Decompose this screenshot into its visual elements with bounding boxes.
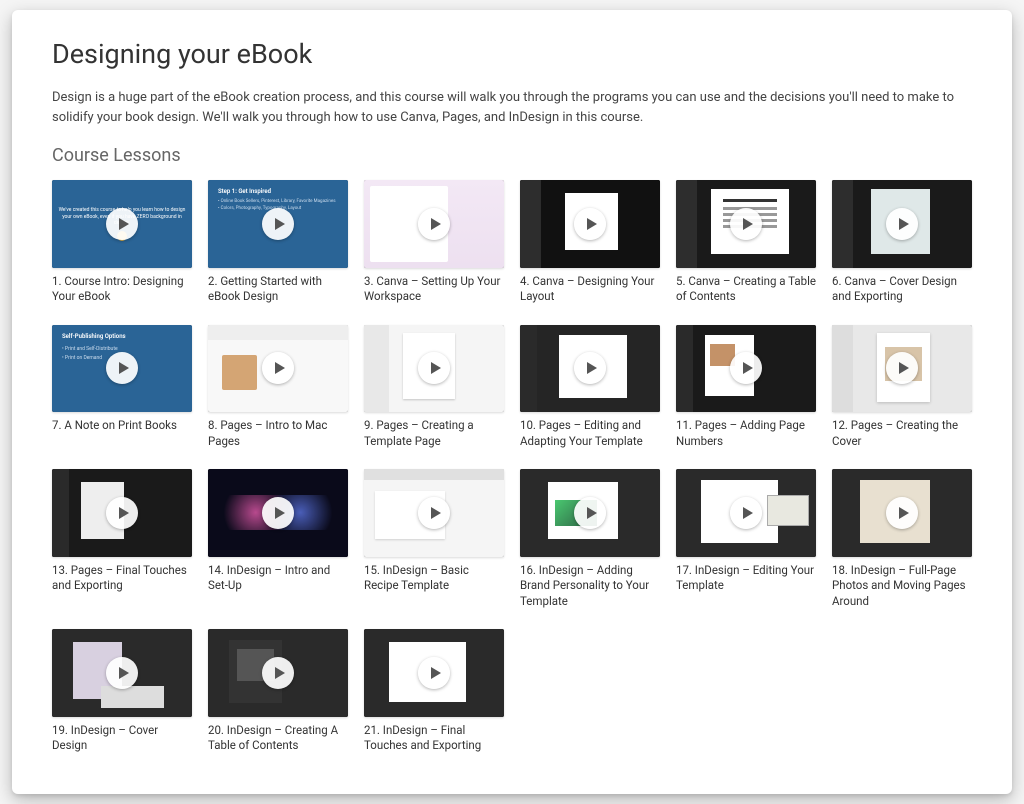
play-icon [418, 208, 450, 240]
lesson-item[interactable]: 5. Canva – Creating a Table of Contents [676, 180, 816, 305]
lesson-title: 15. InDesign – Basic Recipe Template [364, 563, 504, 594]
lesson-item[interactable]: Step 1: Get Inspired • Online Book Selle… [208, 180, 348, 305]
play-icon [574, 497, 606, 529]
lesson-item[interactable]: 21. InDesign – Final Touches and Exporti… [364, 629, 504, 754]
lesson-item[interactable]: 19. InDesign – Cover Design [52, 629, 192, 754]
lesson-item[interactable]: 12. Pages – Creating the Cover [832, 325, 972, 450]
play-icon [262, 352, 294, 384]
lesson-title: 20. InDesign – Creating A Table of Conte… [208, 723, 348, 754]
lesson-thumbnail [364, 469, 504, 557]
lesson-thumbnail [364, 629, 504, 717]
lesson-item[interactable]: 20. InDesign – Creating A Table of Conte… [208, 629, 348, 754]
lesson-thumbnail [832, 180, 972, 268]
lesson-thumbnail [520, 180, 660, 268]
lesson-title: 8. Pages – Intro to Mac Pages [208, 418, 348, 449]
lesson-title: 3. Canva – Setting Up Your Workspace [364, 274, 504, 305]
lesson-thumbnail [676, 469, 816, 557]
slide-header: Self-Publishing Options [62, 333, 182, 340]
lesson-thumbnail [208, 325, 348, 413]
play-icon [106, 208, 138, 240]
lesson-thumbnail [520, 469, 660, 557]
play-icon [730, 352, 762, 384]
lesson-thumbnail [208, 629, 348, 717]
slide-header: Step 1: Get Inspired [218, 188, 338, 195]
lesson-thumbnail [676, 180, 816, 268]
lesson-title: 11. Pages – Adding Page Numbers [676, 418, 816, 449]
lesson-item[interactable]: 14. InDesign – Intro and Set-Up [208, 469, 348, 609]
lesson-item[interactable]: 9. Pages – Creating a Template Page [364, 325, 504, 450]
lesson-item[interactable]: 17. InDesign – Editing Your Template [676, 469, 816, 609]
lesson-title: 10. Pages – Editing and Adapting Your Te… [520, 418, 660, 449]
lesson-title: 9. Pages – Creating a Template Page [364, 418, 504, 449]
lesson-thumbnail [832, 469, 972, 557]
lesson-thumbnail [52, 469, 192, 557]
lesson-title: 19. InDesign – Cover Design [52, 723, 192, 754]
lesson-item[interactable]: We've created this course to help you le… [52, 180, 192, 305]
lesson-item[interactable]: 3. Canva – Setting Up Your Workspace [364, 180, 504, 305]
lesson-item[interactable]: 4. Canva – Designing Your Layout [520, 180, 660, 305]
lesson-item[interactable]: Self-Publishing Options • Print and Self… [52, 325, 192, 450]
lesson-thumbnail [676, 325, 816, 413]
lessons-grid: We've created this course to help you le… [52, 180, 972, 754]
play-icon [418, 657, 450, 689]
lesson-title: 14. InDesign – Intro and Set-Up [208, 563, 348, 594]
play-icon [886, 352, 918, 384]
lesson-title: 21. InDesign – Final Touches and Exporti… [364, 723, 504, 754]
lesson-item[interactable]: 13. Pages – Final Touches and Exporting [52, 469, 192, 609]
lesson-item[interactable]: 16. InDesign – Adding Brand Personality … [520, 469, 660, 609]
play-icon [106, 657, 138, 689]
play-icon [262, 208, 294, 240]
play-icon [886, 208, 918, 240]
lesson-title: 6. Canva – Cover Design and Exporting [832, 274, 972, 305]
lesson-thumbnail [832, 325, 972, 413]
play-icon [574, 352, 606, 384]
page-title: Designing your eBook [52, 38, 972, 70]
play-icon [886, 497, 918, 529]
lesson-thumbnail [208, 469, 348, 557]
lesson-title: 17. InDesign – Editing Your Template [676, 563, 816, 594]
course-card: Designing your eBook Design is a huge pa… [12, 10, 1012, 794]
lesson-thumbnail: Self-Publishing Options • Print and Self… [52, 325, 192, 413]
lesson-thumbnail [364, 180, 504, 268]
lesson-item[interactable]: 6. Canva – Cover Design and Exporting [832, 180, 972, 305]
lesson-item[interactable]: 11. Pages – Adding Page Numbers [676, 325, 816, 450]
play-icon [106, 352, 138, 384]
lesson-item[interactable]: 18. InDesign – Full-Page Photos and Movi… [832, 469, 972, 609]
lesson-title: 4. Canva – Designing Your Layout [520, 274, 660, 305]
lesson-title: 1. Course Intro: Designing Your eBook [52, 274, 192, 305]
lesson-title: 12. Pages – Creating the Cover [832, 418, 972, 449]
play-icon [262, 497, 294, 529]
lesson-thumbnail [520, 325, 660, 413]
lesson-thumbnail: Step 1: Get Inspired • Online Book Selle… [208, 180, 348, 268]
lesson-thumbnail [364, 325, 504, 413]
lesson-thumbnail [52, 629, 192, 717]
slide-line: • Print and Self-Distribute [62, 346, 182, 352]
lesson-title: 18. InDesign – Full-Page Photos and Movi… [832, 563, 972, 610]
page-description: Design is a huge part of the eBook creat… [52, 88, 972, 127]
play-icon [262, 657, 294, 689]
lesson-item[interactable]: 15. InDesign – Basic Recipe Template [364, 469, 504, 609]
play-icon [106, 497, 138, 529]
play-icon [574, 208, 606, 240]
play-icon [418, 352, 450, 384]
lesson-title: 16. InDesign – Adding Brand Personality … [520, 563, 660, 610]
play-icon [730, 497, 762, 529]
play-icon [730, 208, 762, 240]
section-title: Course Lessons [52, 145, 972, 166]
play-icon [418, 497, 450, 529]
lesson-title: 5. Canva – Creating a Table of Contents [676, 274, 816, 305]
lesson-title: 2. Getting Started with eBook Design [208, 274, 348, 305]
lesson-title: 13. Pages – Final Touches and Exporting [52, 563, 192, 594]
lesson-item[interactable]: 8. Pages – Intro to Mac Pages [208, 325, 348, 450]
slide-line: • Online Book Sellers, Pinterest, Librar… [218, 199, 338, 204]
lesson-item[interactable]: 10. Pages – Editing and Adapting Your Te… [520, 325, 660, 450]
lesson-title: 7. A Note on Print Books [52, 418, 192, 434]
lesson-thumbnail: We've created this course to help you le… [52, 180, 192, 268]
